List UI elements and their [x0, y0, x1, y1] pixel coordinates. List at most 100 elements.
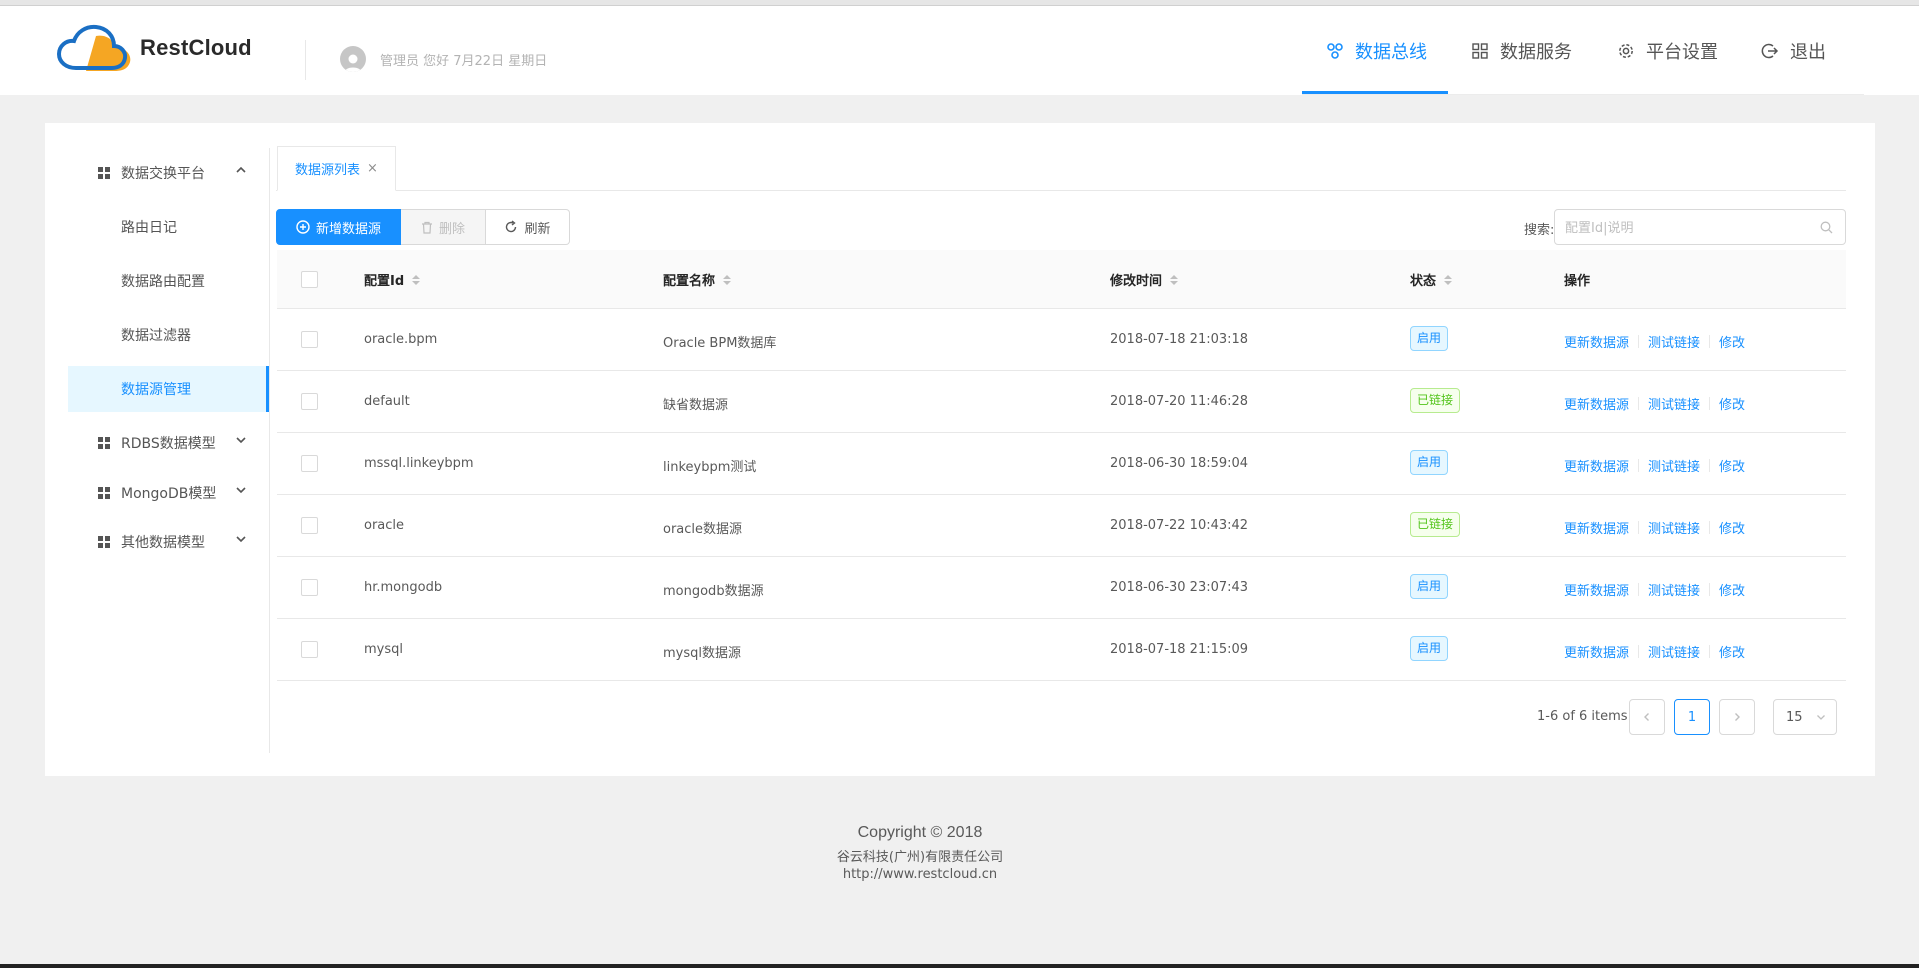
sort-icon[interactable]: [1444, 274, 1453, 285]
edit-link[interactable]: 修改: [1719, 332, 1745, 351]
sidebar-group-other-model[interactable]: 其他数据模型: [68, 519, 269, 565]
select-all-checkbox[interactable]: [301, 271, 318, 288]
cell-config-id: mssql.linkeybpm: [364, 456, 474, 471]
status-badge: 启用: [1410, 326, 1449, 351]
cell-modified-time: 2018-07-18 21:03:18: [1110, 332, 1249, 347]
status-badge: 已链接: [1410, 388, 1461, 413]
test-connection-link[interactable]: 测试链接: [1648, 642, 1700, 661]
sidebar-item-route-log[interactable]: 路由日记: [68, 204, 269, 250]
update-datasource-link[interactable]: 更新数据源: [1564, 456, 1629, 475]
delete-label: 删除: [438, 221, 465, 237]
action-separator: [1638, 397, 1640, 410]
row-actions: 更新数据源 测试链接 修改: [1564, 394, 1745, 413]
test-connection-link[interactable]: 测试链接: [1648, 394, 1700, 413]
nav-data-service[interactable]: 数据服务: [1470, 6, 1572, 95]
action-separator: [1638, 335, 1640, 348]
update-datasource-link[interactable]: 更新数据源: [1564, 642, 1629, 661]
sidebar-item-datasource-management[interactable]: 数据源管理: [68, 366, 269, 412]
row-checkbox[interactable]: [301, 455, 318, 472]
plus-circle-icon: [296, 220, 310, 234]
refresh-button[interactable]: 刷新: [486, 209, 570, 245]
update-datasource-link[interactable]: 更新数据源: [1564, 518, 1629, 537]
action-separator: [1638, 645, 1640, 658]
row-checkbox[interactable]: [301, 331, 318, 348]
row-checkbox[interactable]: [301, 579, 318, 596]
cell-config-name: oracle数据源: [663, 522, 743, 537]
table-row: oracle oracle数据源 2018-07-22 10:43:42 已链接…: [277, 495, 1846, 557]
edit-link[interactable]: 修改: [1719, 642, 1745, 661]
edit-link[interactable]: 修改: [1719, 518, 1745, 537]
chevron-up-icon: [236, 166, 246, 173]
test-connection-link[interactable]: 测试链接: [1648, 518, 1700, 537]
column-header-name[interactable]: 配置名称: [663, 270, 732, 289]
sidebar-item-label: 数据过滤器: [121, 328, 191, 344]
logo[interactable]: RestCloud: [56, 18, 256, 78]
test-connection-link[interactable]: 测试链接: [1648, 580, 1700, 599]
network-icon: [1325, 41, 1345, 61]
update-datasource-link[interactable]: 更新数据源: [1564, 580, 1629, 599]
next-page-button[interactable]: [1719, 699, 1755, 735]
sidebar-item-data-filter[interactable]: 数据过滤器: [68, 312, 269, 358]
update-datasource-link[interactable]: 更新数据源: [1564, 332, 1629, 351]
cell-config-name: mongodb数据源: [663, 584, 764, 599]
chevron-right-icon: [1735, 713, 1740, 721]
status-badge: 启用: [1410, 636, 1449, 661]
sort-icon[interactable]: [1170, 274, 1179, 285]
action-separator: [1709, 397, 1711, 410]
delete-button[interactable]: 删除: [401, 209, 486, 245]
column-header-label: 操作: [1564, 274, 1591, 289]
column-header-id[interactable]: 配置Id: [364, 270, 421, 289]
page-1-button[interactable]: 1: [1674, 699, 1710, 735]
sort-icon[interactable]: [412, 274, 421, 285]
edit-link[interactable]: 修改: [1719, 394, 1745, 413]
search-box: [1554, 209, 1846, 245]
nav-platform-settings[interactable]: 平台设置: [1616, 6, 1718, 95]
update-datasource-link[interactable]: 更新数据源: [1564, 394, 1629, 413]
edit-link[interactable]: 修改: [1719, 580, 1745, 599]
test-connection-link[interactable]: 测试链接: [1648, 332, 1700, 351]
sidebar-group-mongodb-model[interactable]: MongoDB模型: [68, 470, 269, 516]
nav-data-bus[interactable]: 数据总线: [1325, 6, 1427, 95]
search-icon[interactable]: [1820, 221, 1833, 234]
cell-config-name: 缺省数据源: [663, 398, 729, 413]
avatar[interactable]: [340, 46, 366, 72]
column-header-status[interactable]: 状态: [1410, 270, 1453, 289]
cell-modified-time: 2018-07-22 10:43:42: [1110, 518, 1249, 533]
page-size-select[interactable]: 15: [1773, 699, 1837, 735]
close-icon[interactable]: ×: [367, 161, 378, 176]
tab-datasource-list[interactable]: 数据源列表 ×: [277, 146, 396, 191]
chevron-down-icon: [236, 487, 246, 494]
edit-link[interactable]: 修改: [1719, 456, 1745, 475]
sidebar-group-data-exchange[interactable]: 数据交换平台: [68, 150, 269, 196]
column-header-label: 修改时间: [1110, 274, 1163, 289]
user-greeting: 管理员 您好 7月22日 星期日: [380, 54, 548, 69]
table-header: 配置Id 配置名称 修改时间 状态 操作: [277, 250, 1846, 309]
cell-modified-time: 2018-07-20 11:46:28: [1110, 394, 1249, 409]
sidebar-item-route-config[interactable]: 数据路由配置: [68, 258, 269, 304]
action-separator: [1638, 521, 1640, 534]
add-datasource-button[interactable]: 新增数据源: [276, 209, 401, 245]
column-header-modified-time[interactable]: 修改时间: [1110, 270, 1179, 289]
footer-copyright: Copyright © 2018: [857, 824, 983, 841]
test-connection-link[interactable]: 测试链接: [1648, 456, 1700, 475]
prev-page-button[interactable]: [1629, 699, 1665, 735]
cloud-logo-icon: [56, 24, 131, 71]
row-checkbox[interactable]: [301, 641, 318, 658]
table-row: default 缺省数据源 2018-07-20 11:46:28 已链接 更新…: [277, 371, 1846, 433]
header-divider: [305, 40, 306, 80]
pagination-total: 1-6 of 6 items: [1537, 709, 1628, 724]
grid-icon: [1470, 41, 1490, 61]
row-checkbox[interactable]: [301, 517, 318, 534]
sort-icon[interactable]: [723, 274, 732, 285]
nav-logout-label: 退出: [1790, 41, 1826, 63]
search-input[interactable]: [1565, 218, 1805, 238]
sidebar-group-rdbs-model[interactable]: RDBS数据模型: [68, 420, 269, 466]
bottom-taskbar-strip: [0, 964, 1919, 968]
row-checkbox[interactable]: [301, 393, 318, 410]
sidebar-item-label: 数据源管理: [121, 382, 191, 398]
row-actions: 更新数据源 测试链接 修改: [1564, 580, 1745, 599]
footer-url[interactable]: http://www.restcloud.cn: [0, 867, 1840, 882]
cell-modified-time: 2018-06-30 18:59:04: [1110, 456, 1249, 471]
nav-logout[interactable]: 退出: [1760, 6, 1826, 95]
grid-icon: [98, 487, 110, 499]
